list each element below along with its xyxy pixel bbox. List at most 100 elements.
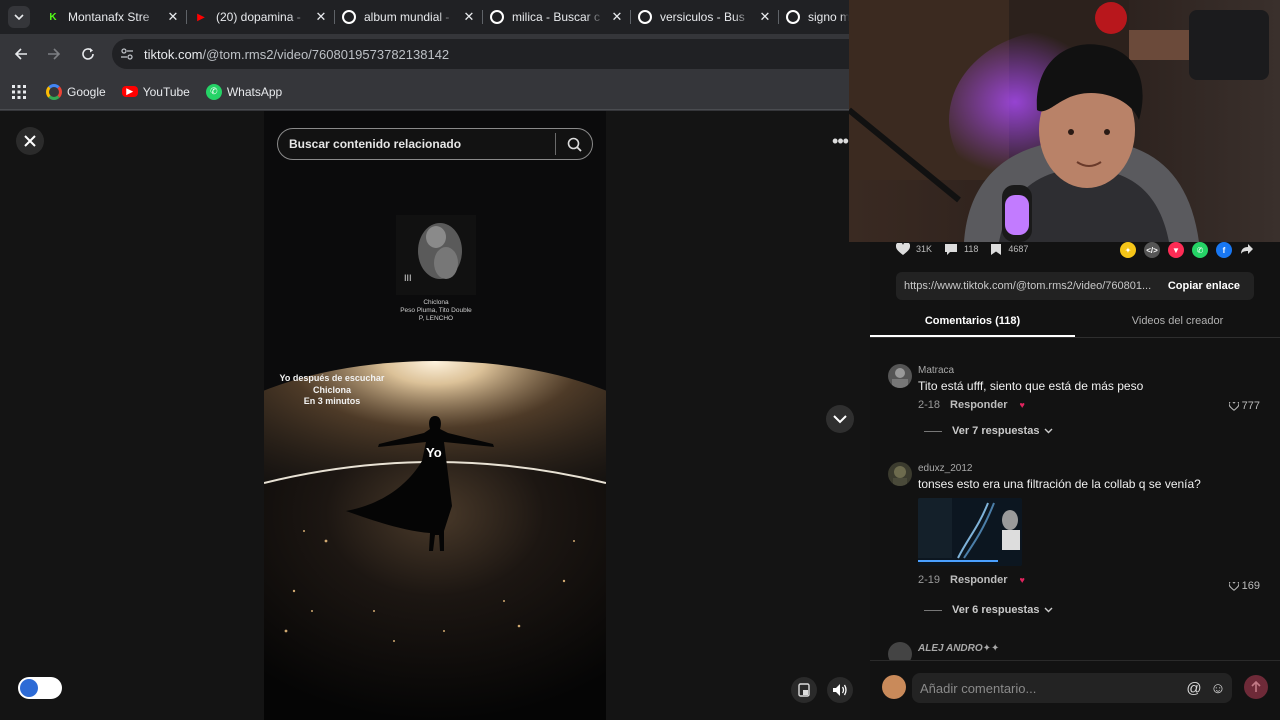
bookmark-label: YouTube [142,84,190,99]
repost-icon[interactable]: ✦ [1120,242,1136,258]
navigation-bar: tiktok.com/@tom.rms2/video/7608019573782… [0,34,849,74]
comment-image-picture [918,498,1022,566]
youtube-icon: ▶ [197,11,205,23]
share-more-icon[interactable] [1240,242,1254,260]
tab-close-button[interactable]: ✕ [758,9,772,25]
comment-count: 118 [964,244,979,254]
forward-button[interactable] [43,43,65,65]
avatar[interactable] [888,364,912,388]
next-video-button[interactable] [826,405,854,433]
tab-strip: K Montanafx Stre ✕ ▶ (20) dopamina - ✕ album m… [0,0,849,34]
bookmark-whatsapp[interactable]: ✆ WhatsApp [205,83,282,100]
tab-close-button[interactable]: ✕ [314,9,328,25]
tab-title: milica - Buscar c [512,10,601,24]
comment-action[interactable]: 118 [944,243,978,256]
google-icon [490,10,504,24]
back-button[interactable] [10,43,32,65]
comment-composer: Añadir comentario... @ ☺ [870,660,1280,720]
tab-separator [482,10,483,24]
bookmark-google[interactable]: Google [46,83,106,100]
tab-creator-videos[interactable]: Videos del creador [1075,308,1280,337]
browser-tab[interactable]: ▶ (20) dopamina - ✕ [194,4,328,30]
tab-close-button[interactable]: ✕ [610,9,624,25]
song-title: Chiclona [423,299,449,306]
browser-tab[interactable]: milica - Buscar c ✕ [490,4,624,30]
address-bar[interactable]: tiktok.com/@tom.rms2/video/7608019573782… [112,39,849,69]
browser-tab[interactable]: album mundial - ✕ [342,4,476,30]
reply-button[interactable]: Responder [950,574,1007,586]
google-icon [638,10,652,24]
comment-username[interactable]: eduxz_2012 [918,463,973,474]
copy-link-button[interactable]: Copiar enlace [1158,280,1254,292]
view-replies-button[interactable]: Ver 7 respuestas [924,425,1053,437]
tab-title: signo m [808,10,849,24]
comment-item: Matraca Tito está ufff, siento que está … [888,360,1268,450]
tab-separator [334,10,335,24]
comments-panel: 31K 118 4687 ✦ </> ▼ ✆ f https://www.tiktok.… [870,242,1280,720]
facebook-icon[interactable]: f [1216,242,1232,258]
browser-tab[interactable]: versiculos - Bus ✕ [638,4,772,30]
url-text: tiktok.com/@tom.rms2/video/7608019573782… [144,47,449,62]
copy-link-box: https://www.tiktok.com/@tom.rms2/video/7… [896,272,1254,300]
panel-tabs: Comentarios (118) Videos del creador [870,308,1280,338]
whatsapp-icon: ✆ [205,83,222,100]
comment-date: 2-18 [918,399,941,411]
view-replies-button[interactable]: Ver 6 respuestas [924,604,1053,616]
bookmark-youtube[interactable]: ▶ YouTube [121,84,190,100]
comment-like-button[interactable]: 169 [1228,580,1260,592]
tab-comments[interactable]: Comentarios (118) [870,308,1075,337]
post-comment-button[interactable] [1244,675,1268,699]
emoji-icon[interactable]: ☺ [1208,680,1228,697]
comment-like-button[interactable]: 777 [1228,400,1260,412]
arrow-right-icon [48,48,61,60]
video-frame-image [264,111,606,720]
volume-button[interactable] [827,677,853,703]
video-player[interactable]: III Chiclona Peso Pluma, Tito Double P, … [264,111,606,720]
embed-icon[interactable]: </> [1144,242,1160,258]
comment-username[interactable]: Matraca [918,365,954,376]
tab-close-button[interactable]: ✕ [166,9,180,25]
song-feat: P, LENCHO [418,315,454,322]
browser-tab[interactable]: K Montanafx Stre ✕ [46,4,180,30]
bookmark-label: Google [67,84,106,99]
reply-button[interactable]: Responder [950,399,1007,411]
view-replies-label: Ver 6 respuestas [952,604,1040,616]
comment-input-placeholder[interactable]: Añadir comentario... [920,681,1184,696]
view-replies-label: Ver 7 respuestas [952,425,1040,437]
floating-player-button[interactable] [791,677,817,703]
whatsapp-icon[interactable]: ✆ [1192,242,1208,258]
comment-username[interactable]: ALEJ ANDRO✦✦ [918,643,999,654]
reload-button[interactable] [77,43,99,65]
comment-image[interactable] [918,498,1022,566]
heart-outline-icon [1228,581,1239,591]
comment-date: 2-19 [918,574,941,586]
google-icon [46,83,62,100]
send-to-friend-icon[interactable]: ▼ [1168,242,1184,258]
autoscroll-toggle[interactable] [18,677,62,699]
video-link: https://www.tiktok.com/@tom.rms2/video/7… [904,280,1152,292]
mention-icon[interactable]: @ [1184,680,1204,697]
tab-close-button[interactable]: ✕ [462,9,476,25]
chevron-down-icon [1044,607,1053,613]
tab-search-button[interactable] [8,6,30,28]
search-icon [567,137,582,152]
comment-input[interactable]: Añadir comentario... @ ☺ [912,673,1232,703]
tab-title: versiculos - Bus [660,10,745,24]
caption-line: Chiclona [312,384,351,395]
close-video-button[interactable] [16,127,44,155]
like-action[interactable]: 31K [896,242,932,256]
tab-separator [186,10,187,24]
comment-like-count: 777 [1241,400,1260,412]
avatar[interactable] [888,462,912,486]
avatar[interactable] [888,642,912,660]
site-settings-icon[interactable] [120,47,134,61]
apps-grid-icon[interactable] [12,84,26,99]
video-caption: Yo después de escuchar Chiclona En 3 min… [272,373,392,408]
bookmarks-bar: Google ▶ YouTube ✆ WhatsApp [0,74,849,110]
related-search-bar[interactable]: Buscar contenido relacionado [277,128,593,160]
save-action[interactable]: 4687 [990,243,1028,256]
song-artists: Peso Pluma, Tito Double [400,307,472,314]
browser-tab[interactable]: signo m [786,4,849,30]
search-placeholder[interactable]: Buscar contenido relacionado [289,137,555,151]
search-button[interactable] [556,129,592,159]
